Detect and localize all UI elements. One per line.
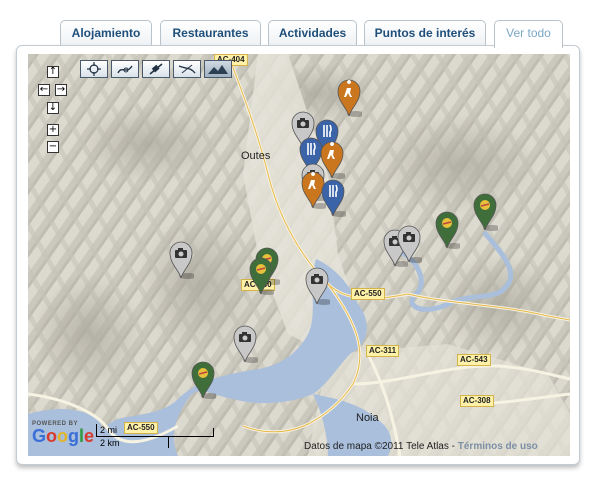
map-marker-green-bed-icon[interactable] (248, 256, 277, 296)
pan-left-button[interactable]: ← (38, 84, 50, 96)
map-marker-orange-hiker-icon[interactable] (336, 78, 365, 118)
pan-right-button[interactable]: → (55, 84, 67, 96)
tab-actividades[interactable]: Actividades (268, 20, 357, 46)
map-marker-gray-camera-icon[interactable] (232, 324, 261, 364)
road-label-ac-311: AC-311 (366, 345, 400, 357)
terms-of-use-link[interactable]: Términos de uso (458, 441, 538, 452)
terrain-icon[interactable] (204, 60, 232, 78)
google-wordmark: Google (32, 426, 95, 446)
tab-alojamiento[interactable]: Alojamiento (60, 20, 152, 46)
road-label-ac-543: AC-543 (457, 354, 491, 366)
pan-up-button[interactable]: ↑ (47, 66, 59, 78)
pan-down-button[interactable]: ↓ (47, 102, 59, 114)
center-icon[interactable] (80, 60, 108, 78)
town-label-noia: Noia (356, 412, 379, 424)
scale-km-label: 2 km (100, 438, 120, 448)
road-label-ac-308: AC-308 (460, 395, 494, 407)
map-marker-gray-camera-icon[interactable] (168, 240, 197, 280)
zoom-out-button[interactable]: − (47, 141, 59, 153)
satellite-icon[interactable] (142, 60, 170, 78)
map-marker-green-bed-icon[interactable] (472, 192, 501, 232)
zoom-in-button[interactable]: + (47, 124, 59, 136)
attribution-text: Datos de mapa ©2011 Tele Atlas - (304, 441, 458, 452)
scale-bar: 2 mi 2 km (96, 424, 214, 450)
map-marker-green-bed-icon[interactable] (190, 360, 219, 400)
tab-ver-todo[interactable]: Ver todo (494, 20, 563, 48)
map-icon[interactable] (111, 60, 139, 78)
map-view[interactable]: Outes Noia AC-404 AC-550 AC-550 AC-311 A… (28, 54, 570, 456)
hybrid-icon[interactable] (173, 60, 201, 78)
tab-restaurantes[interactable]: Restaurantes (160, 20, 261, 46)
scale-miles-label: 2 mi (100, 425, 118, 435)
google-logo: POWERED BY Google (32, 421, 94, 445)
map-attribution: Datos de mapa ©2011 Tele Atlas - Término… (304, 441, 538, 452)
map-marker-blue-fork-icon[interactable] (320, 178, 349, 218)
town-label-outes: Outes (241, 150, 271, 162)
map-marker-green-bed-icon[interactable] (434, 210, 463, 250)
tab-puntos-de-interes[interactable]: Puntos de interés (364, 20, 486, 46)
road-label-ac-550: AC-550 (351, 288, 385, 300)
map-marker-gray-camera-icon[interactable] (396, 224, 425, 264)
map-marker-gray-camera-icon[interactable] (304, 266, 333, 306)
